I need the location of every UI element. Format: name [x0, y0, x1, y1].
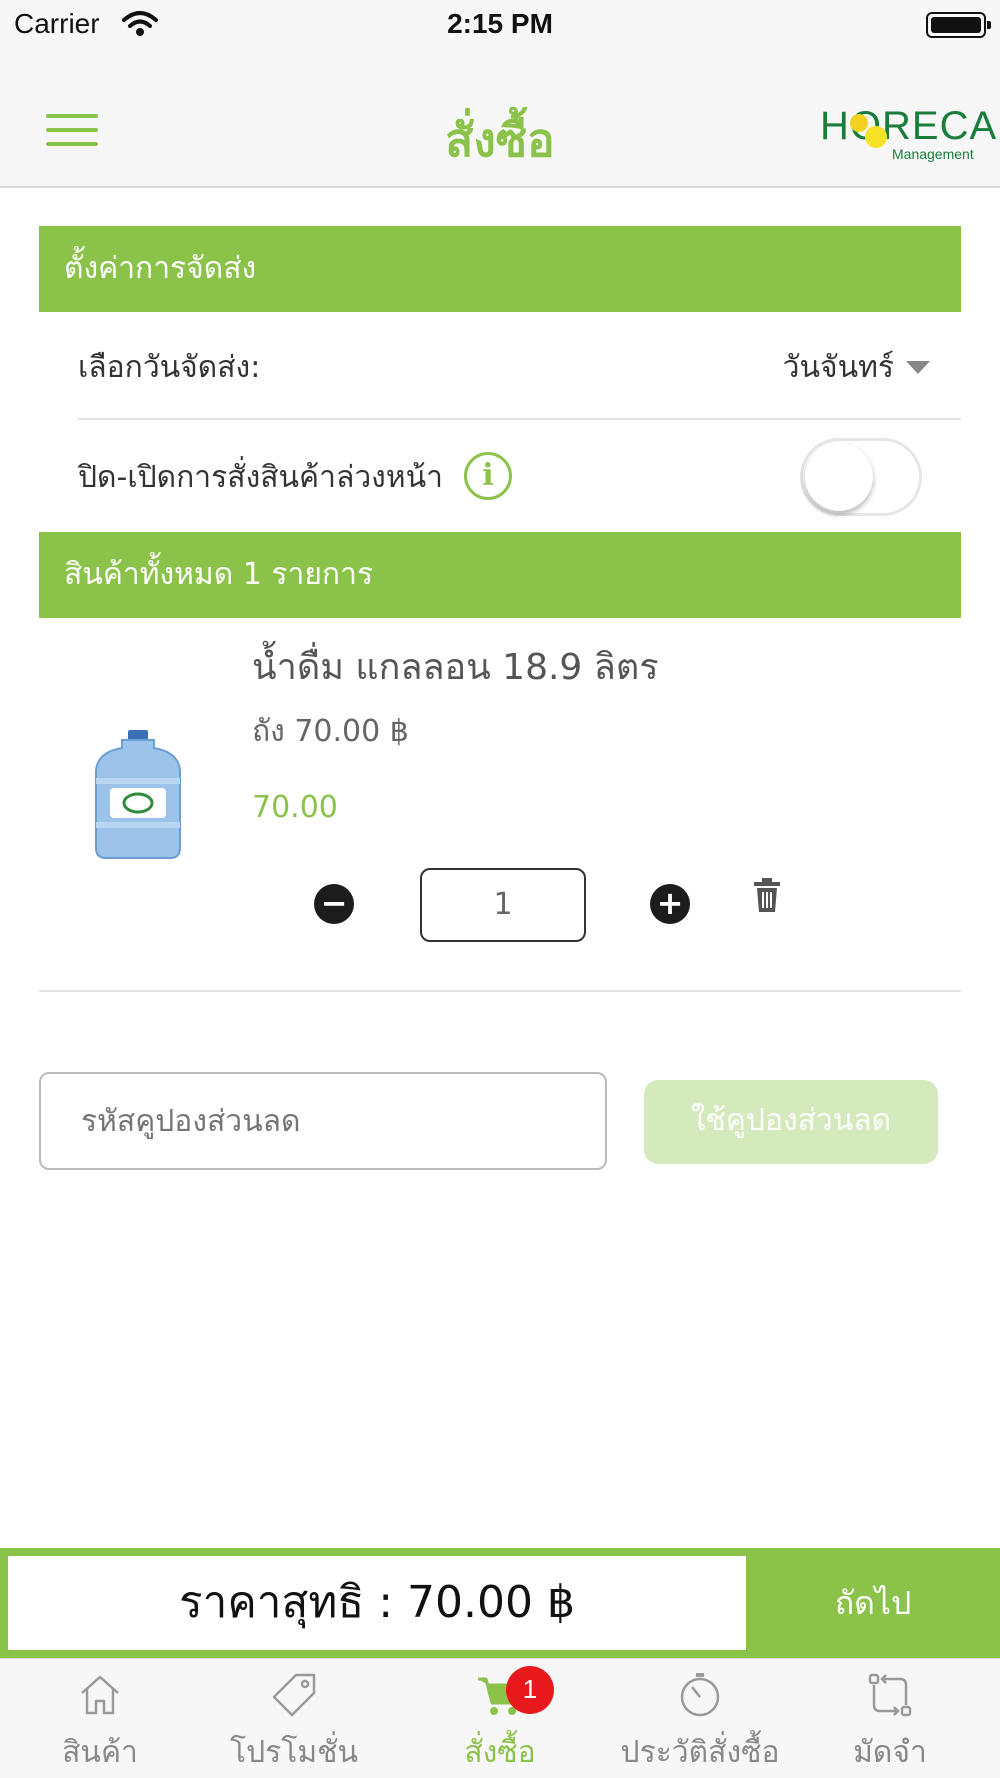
quantity-field[interactable]: 1	[420, 868, 586, 942]
increase-quantity-button[interactable]: +	[650, 884, 690, 924]
tab-products[interactable]: สินค้า	[0, 1659, 200, 1778]
product-unit-price: ถัง 70.00 ฿	[252, 714, 409, 749]
trash-icon[interactable]	[754, 878, 780, 912]
tab-orders[interactable]: สั่งซื้อ	[400, 1659, 600, 1778]
battery-icon	[926, 12, 991, 38]
tab-deposit[interactable]: มัดจำ	[790, 1659, 990, 1778]
decrease-quantity-button[interactable]: −	[314, 884, 354, 924]
cart-count-badge: 1	[506, 1666, 554, 1714]
tab-label: มัดจำ	[853, 1735, 927, 1770]
delivery-day-value: วันจันทร์	[782, 350, 894, 385]
tab-label: สินค้า	[62, 1735, 138, 1770]
tab-promotions[interactable]: โปรโมชั่น	[194, 1659, 394, 1778]
status-bar: Carrier 2:15 PM	[0, 0, 1000, 48]
total-bar: ราคาสุทธิ : 70.00 ฿ ถัดไป	[0, 1548, 1000, 1658]
product-price: 70.00	[252, 790, 338, 825]
home-icon	[81, 1675, 119, 1715]
items-header-suffix: รายการ	[271, 557, 374, 592]
caret-down-icon	[906, 361, 930, 374]
history-icon	[680, 1673, 720, 1717]
product-name: น้ำดื่ม แกลลอน 18.9 ลิตร	[252, 647, 659, 688]
tab-bar: สินค้า โปรโมชั่น สั่งซื้อ ประวัติสั่งซื้…	[0, 1658, 1000, 1778]
exchange-icon	[868, 1673, 912, 1717]
delivery-day-label: เลือกวันจัดส่ง:	[78, 350, 261, 385]
next-button[interactable]: ถัดไป	[746, 1548, 1000, 1658]
apply-coupon-button[interactable]: ใช้คูปองส่วนลด	[644, 1080, 938, 1164]
tab-label: โปรโมชั่น	[229, 1735, 359, 1770]
coupon-code-input[interactable]	[39, 1072, 607, 1170]
delivery-day-select[interactable]: วันจันทร์	[783, 344, 930, 391]
items-count: 1	[242, 557, 262, 592]
tab-label: สั่งซื้อ	[464, 1735, 536, 1770]
divider	[78, 418, 961, 420]
preorder-toggle[interactable]	[800, 438, 922, 516]
net-price: ราคาสุทธิ : 70.00 ฿	[8, 1556, 746, 1650]
divider	[39, 990, 961, 992]
nav-bar: สั่งซื้อ HORECA Management	[0, 48, 1000, 188]
logo-subtext: Management	[892, 146, 974, 162]
info-icon[interactable]: i	[464, 452, 512, 500]
toggle-knob	[805, 443, 873, 511]
tab-order-history[interactable]: ประวัติสั่งซื้อ	[600, 1659, 800, 1778]
logo-text: HORECA	[820, 104, 998, 148]
preorder-label: ปิด-เปิดการสั่งสินค้าล่วงหน้า	[78, 460, 443, 495]
water-gallon-image	[95, 730, 181, 859]
delivery-settings-header: ตั้งค่าการจัดส่ง	[39, 226, 961, 312]
items-header: สินค้าทั้งหมด 1 รายการ	[39, 532, 961, 618]
tab-label: ประวัติสั่งซื้อ	[620, 1735, 780, 1770]
items-header-prefix: สินค้าทั้งหมด	[64, 557, 234, 592]
clock: 2:15 PM	[447, 8, 553, 39]
horeca-logo: HORECA Management	[820, 104, 996, 168]
tag-icon	[272, 1673, 316, 1717]
